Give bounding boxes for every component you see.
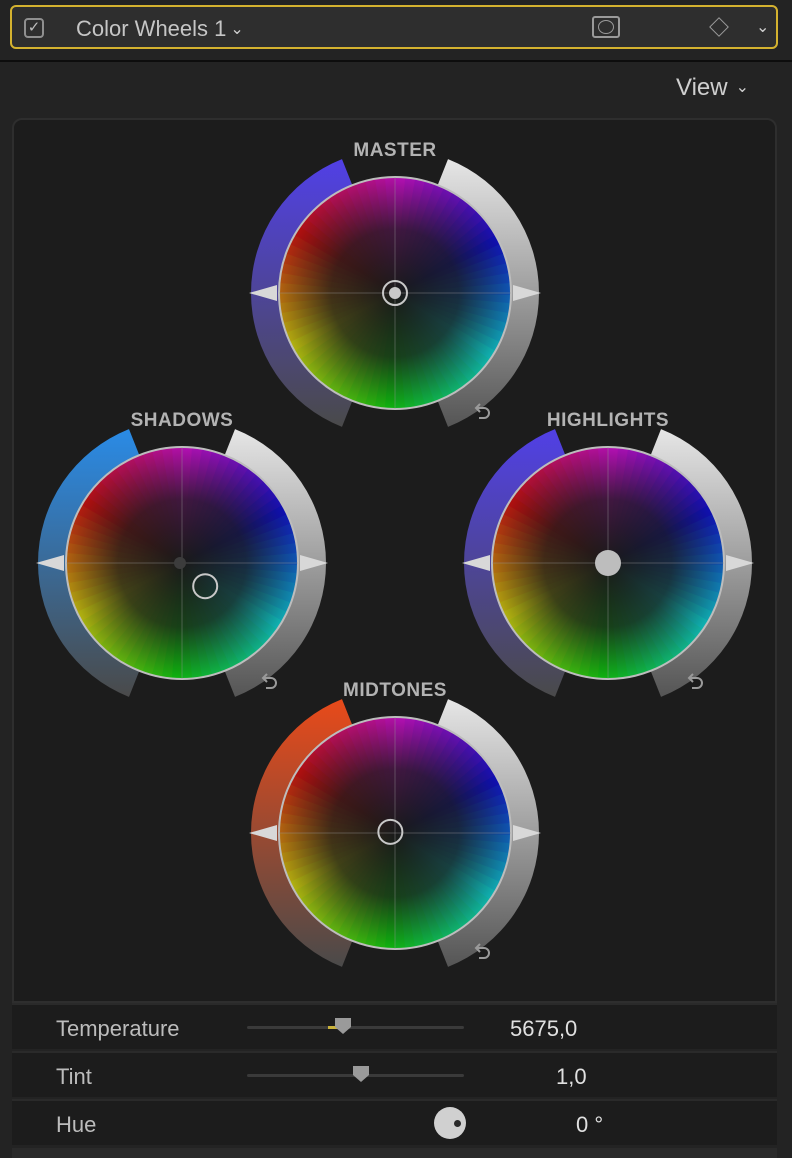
effect-title-label: Color Wheels 1 (76, 16, 227, 41)
temperature-slider[interactable] (247, 1026, 464, 1029)
tint-row: Tint 1,0 (12, 1051, 777, 1097)
tint-label: Tint (56, 1064, 92, 1089)
hue-label: Hue (56, 1112, 97, 1137)
hue-row: Hue 0 ° (12, 1099, 777, 1145)
color-wheel-shadows[interactable] (32, 413, 332, 713)
divider (0, 60, 792, 62)
view-menu-label: View (676, 74, 728, 101)
chevron-down-icon: ⌄ (230, 21, 244, 38)
reset-icon[interactable] (470, 940, 494, 964)
tint-value[interactable]: 1,0 (556, 1064, 587, 1090)
center-marker (174, 557, 186, 569)
reset-icon[interactable] (257, 670, 281, 694)
view-menu[interactable]: View ⌄ (676, 74, 749, 102)
reset-icon[interactable] (470, 400, 494, 424)
chevron-down-icon[interactable]: ⌄ (756, 17, 769, 37)
temperature-value[interactable]: 5675,0 (510, 1016, 577, 1042)
hue-value[interactable]: 0 ° (576, 1112, 603, 1138)
color-wheel-midtones[interactable] (245, 683, 545, 983)
keyframe-diamond-icon[interactable] (709, 17, 729, 37)
temperature-label: Temperature (56, 1016, 180, 1041)
oval-mask-icon[interactable] (592, 16, 620, 38)
reset-icon[interactable] (683, 670, 707, 694)
effect-title[interactable]: Color Wheels 1 ⌄ (76, 16, 244, 42)
hue-dial[interactable] (434, 1107, 466, 1139)
panel-bottom-edge (12, 1148, 777, 1158)
temperature-row: Temperature 5675,0 (12, 1003, 777, 1049)
color-wheel-master[interactable] (245, 143, 545, 443)
color-puck-dot (389, 287, 401, 299)
color-puck (595, 550, 621, 576)
color-wheel-highlights[interactable] (458, 413, 758, 713)
chevron-down-icon: ⌄ (735, 79, 749, 96)
enable-checkbox[interactable]: ✓ (24, 18, 44, 38)
effect-header: ✓ Color Wheels 1 ⌄ ⌄ (10, 5, 778, 49)
tint-slider-thumb[interactable] (352, 1065, 370, 1083)
temperature-slider-thumb[interactable] (334, 1017, 352, 1035)
